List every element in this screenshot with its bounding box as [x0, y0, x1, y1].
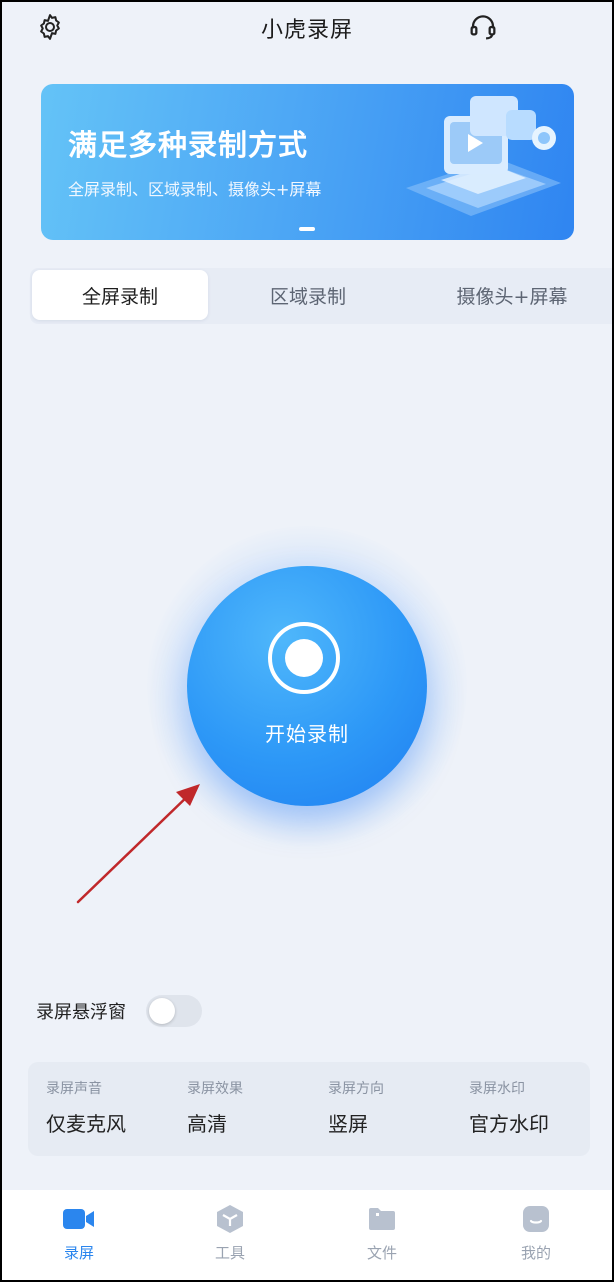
nav-label: 我的	[520, 1244, 551, 1262]
nav-files[interactable]: 文件	[342, 1204, 422, 1263]
setting-value: 仅麦克风	[46, 1112, 126, 1136]
setting-quality[interactable]: 录屏效果 高清	[187, 1078, 317, 1137]
record-icon	[268, 622, 340, 694]
setting-value: 竖屏	[328, 1112, 368, 1136]
nav-tools[interactable]: 工具	[190, 1204, 270, 1263]
floating-window-row: 录屏悬浮窗	[36, 992, 202, 1030]
profile-icon	[523, 1206, 549, 1232]
floating-window-label: 录屏悬浮窗	[36, 1002, 126, 1023]
bottom-navigation: 录屏 工具 文件 我的	[2, 1190, 612, 1280]
nav-record[interactable]: 录屏	[39, 1204, 119, 1263]
setting-audio[interactable]: 录屏声音 仅麦克风	[46, 1078, 176, 1137]
annotation-arrow	[76, 784, 200, 904]
tab-region[interactable]: 区域录制	[220, 270, 396, 320]
promo-banner[interactable]: 满足多种录制方式 全屏录制、区域录制、摄像头+屏幕	[41, 84, 574, 240]
tab-camera-screen[interactable]: 摄像头+屏幕	[412, 270, 612, 320]
app-screen: 小虎录屏 满足多种录制方式 全屏录制、区域录制、摄像头+屏幕 全屏录制 区域录制…	[2, 2, 612, 1280]
setting-label: 录屏效果	[187, 1081, 243, 1097]
setting-orientation[interactable]: 录屏方向 竖屏	[328, 1078, 458, 1137]
app-title: 小虎录屏	[260, 18, 353, 43]
video-camera-illustration	[406, 96, 561, 216]
start-record-button[interactable]: 开始录制	[187, 566, 427, 806]
nav-label: 文件	[366, 1244, 397, 1262]
setting-label: 录屏方向	[328, 1081, 384, 1097]
record-mode-tabs: 全屏录制 区域录制 摄像头+屏幕	[30, 268, 612, 324]
banner-page-indicator	[299, 227, 315, 231]
top-bar: 小虎录屏	[2, 2, 612, 52]
nav-profile[interactable]: 我的	[496, 1204, 576, 1263]
nav-label: 工具	[214, 1244, 245, 1262]
setting-value: 官方水印	[469, 1112, 549, 1136]
support-button[interactable]	[466, 10, 500, 44]
banner-subline: 全屏录制、区域录制、摄像头+屏幕	[68, 180, 322, 199]
setting-watermark[interactable]: 录屏水印 官方水印	[469, 1078, 599, 1137]
floating-window-toggle[interactable]	[146, 995, 202, 1027]
record-area: 开始录制	[147, 526, 467, 846]
tab-fullscreen[interactable]: 全屏录制	[32, 270, 208, 320]
toggle-knob	[149, 998, 175, 1024]
headset-icon	[470, 15, 496, 40]
setting-label: 录屏水印	[469, 1081, 525, 1097]
folder-icon	[369, 1208, 395, 1230]
banner-headline: 满足多种录制方式	[68, 128, 309, 162]
start-record-label: 开始录制	[265, 722, 349, 746]
setting-value: 高清	[187, 1112, 227, 1136]
setting-label: 录屏声音	[46, 1081, 102, 1097]
nav-label: 录屏	[63, 1244, 94, 1262]
record-settings-card: 录屏声音 仅麦克风 录屏效果 高清 录屏方向 竖屏 录屏水印 官方水印	[28, 1062, 590, 1156]
video-camera-icon	[63, 1209, 94, 1229]
cube-icon	[217, 1205, 243, 1233]
